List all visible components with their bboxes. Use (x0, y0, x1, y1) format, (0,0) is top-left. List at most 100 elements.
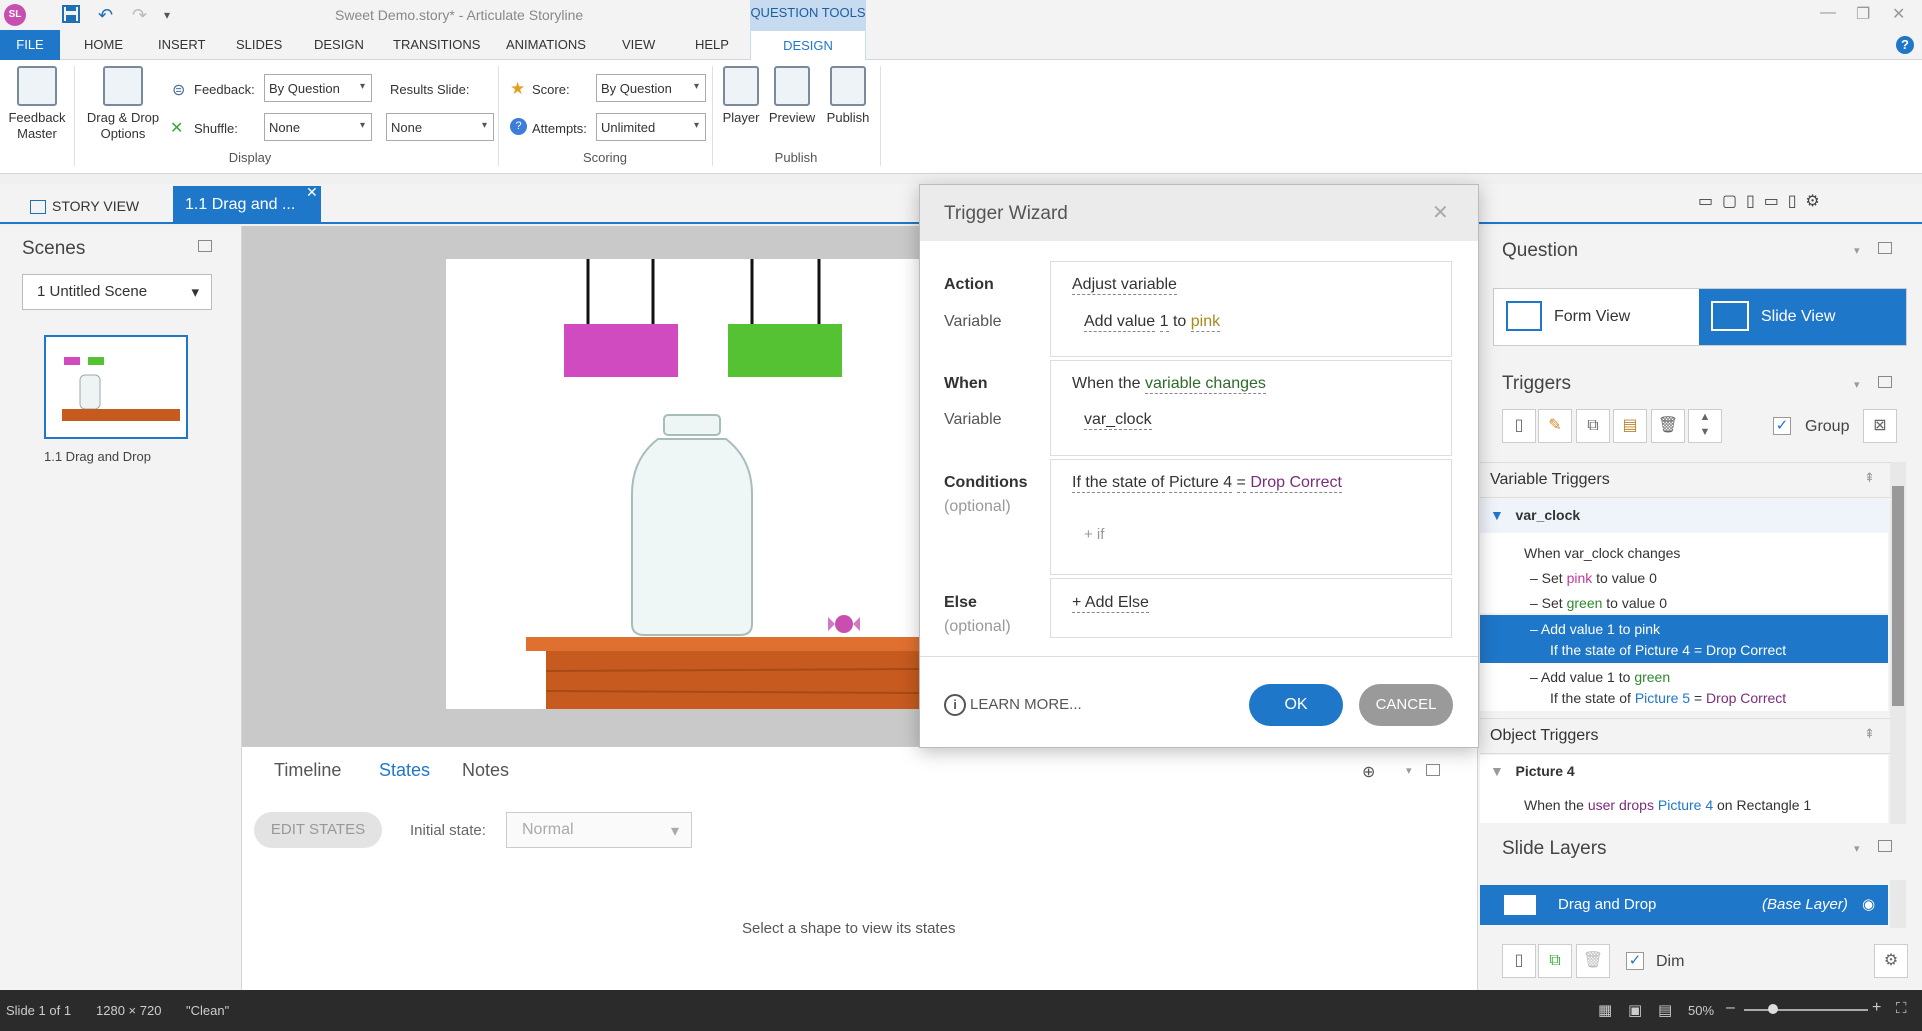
tab-insert[interactable]: INSERT (158, 30, 205, 60)
paste-trigger-icon[interactable]: ▤ (1613, 409, 1647, 443)
zoom-slider-thumb[interactable] (1768, 1004, 1778, 1014)
operation-select[interactable]: Add value (1084, 313, 1156, 332)
initial-state-select[interactable]: Normal (506, 812, 692, 848)
trigger-item[interactable]: – Set green to value 0 (1524, 591, 1888, 616)
trigger-item[interactable]: – Add value 1 to green If the state of P… (1480, 663, 1888, 711)
add-if-button[interactable]: + if (1084, 526, 1104, 543)
tab-story-view[interactable]: STORY VIEW (30, 190, 139, 222)
close-window-icon[interactable]: ✕ (1892, 4, 1905, 24)
tab-question-design[interactable]: DESIGN (750, 30, 866, 61)
fit-window-icon[interactable]: ⛶ (1896, 1000, 1907, 1017)
tab-view[interactable]: VIEW (622, 30, 655, 60)
slide-thumbnail[interactable] (44, 335, 188, 439)
eye-icon[interactable]: ◉ (1862, 895, 1875, 913)
slide-view-button[interactable]: Slide View (1699, 289, 1906, 345)
variables-icon[interactable]: ⊠ (1863, 409, 1897, 443)
group-checkbox[interactable]: ✓ (1773, 417, 1791, 435)
duplicate-layer-icon[interactable]: ⧉ (1538, 944, 1572, 978)
when-event-select[interactable]: variable changes (1144, 375, 1266, 394)
layout-icons[interactable]: ▭ ▢ ▯ ▭ ▯ ⚙ (1698, 191, 1820, 211)
trigger-item[interactable]: When the user drops Picture 4 on Rectang… (1480, 789, 1888, 823)
var-clock-group[interactable]: ▼ var_clock (1480, 499, 1888, 533)
collapse-icon[interactable]: ⇞ (1864, 470, 1875, 486)
move-trigger-icon[interactable]: ▲ ▼ (1688, 409, 1722, 443)
panel-popout-icon[interactable] (1878, 242, 1892, 254)
panel-menu-icon[interactable]: ▾ (1406, 764, 1412, 777)
when-variable-select[interactable]: var_clock (1084, 411, 1152, 430)
close-tab-icon[interactable]: ✕ (306, 184, 318, 201)
tab-slide[interactable]: 1.1 Drag and ... (173, 186, 321, 224)
zoom-in-icon[interactable]: + (1872, 999, 1881, 1017)
variable-select[interactable]: pink (1190, 313, 1221, 332)
tab-help[interactable]: HELP (695, 30, 729, 60)
edit-states-button[interactable]: EDIT STATES (254, 812, 382, 848)
feedback-select[interactable]: By Question (264, 74, 372, 102)
copy-trigger-icon[interactable]: ⧉ (1576, 409, 1610, 443)
zoom-out-icon[interactable]: – (1726, 999, 1735, 1017)
results-slide-select[interactable]: None (386, 113, 494, 141)
action-select[interactable]: Adjust variable (1072, 276, 1177, 295)
tab-animations[interactable]: ANIMATIONS (506, 30, 586, 60)
panel-popout-icon[interactable] (1878, 376, 1892, 388)
new-trigger-icon[interactable]: ▯ (1502, 409, 1536, 443)
trigger-item[interactable]: – Set pink to value 0 (1524, 566, 1888, 591)
tab-notes[interactable]: Notes (462, 760, 509, 781)
triggers-scrollbar-thumb[interactable] (1892, 486, 1904, 706)
edit-trigger-icon[interactable]: ✎ (1538, 409, 1572, 443)
attempts-select[interactable]: Unlimited (596, 113, 706, 141)
normal-view-icon[interactable]: ▦ (1598, 1001, 1612, 1019)
variable-triggers-header[interactable]: Variable Triggers (1480, 462, 1900, 498)
preview-button[interactable]: Preview (765, 66, 819, 126)
picture-4-group[interactable]: ▼ Picture 4 (1480, 755, 1888, 789)
tab-timeline[interactable]: Timeline (274, 760, 341, 781)
drag-drop-options-button[interactable]: Drag & Drop Options (80, 66, 166, 142)
learn-more-link[interactable]: i LEARN MORE... (944, 694, 1082, 716)
help-icon[interactable]: ? (1896, 36, 1914, 54)
scene-select[interactable]: 1 Untitled Scene (22, 274, 212, 310)
save-icon[interactable] (62, 5, 80, 28)
delete-layer-icon[interactable]: 🗑 (1576, 944, 1610, 978)
panel-popout-icon[interactable] (1426, 764, 1440, 776)
tab-file[interactable]: FILE (0, 30, 60, 60)
tab-slides[interactable]: SLIDES (236, 30, 282, 60)
panel-popout-icon[interactable] (198, 240, 212, 252)
slide-view-status-icon[interactable]: ▣ (1628, 1001, 1642, 1019)
publish-button[interactable]: Publish (820, 66, 876, 126)
layers-scrollbar[interactable] (1890, 880, 1906, 928)
feedback-master-button[interactable]: Feedback Master (4, 66, 70, 142)
form-view-button[interactable]: Form View (1494, 289, 1699, 345)
shuffle-select[interactable]: None (264, 113, 372, 141)
panel-menu-icon[interactable]: ▾ (1854, 842, 1860, 855)
customize-quick-access-icon[interactable]: ▾ (164, 8, 170, 22)
condition-sentence[interactable]: If the state of Picture 4 = Drop Correct (1072, 474, 1342, 493)
player-button[interactable]: Player (717, 66, 765, 126)
tab-transitions[interactable]: TRANSITIONS (393, 30, 480, 60)
panel-menu-icon[interactable]: ▾ (1854, 244, 1860, 257)
value-input[interactable]: 1 (1159, 313, 1169, 332)
layer-settings-icon[interactable]: ⚙ (1874, 944, 1908, 978)
close-icon[interactable]: ✕ (1432, 200, 1449, 225)
cancel-button[interactable]: CANCEL (1359, 684, 1453, 726)
panel-menu-icon[interactable]: ▾ (1854, 378, 1860, 391)
preview-status-icon[interactable]: ▤ (1658, 1001, 1672, 1019)
restore-icon[interactable]: ❐ (1856, 4, 1870, 24)
panel-popout-icon[interactable] (1878, 840, 1892, 852)
delete-trigger-icon[interactable]: 🗑 (1651, 409, 1685, 443)
new-layer-icon[interactable]: ▯ (1502, 944, 1536, 978)
tab-states[interactable]: States (379, 760, 430, 781)
object-triggers-header[interactable]: Object Triggers (1480, 718, 1900, 754)
redo-icon[interactable]: ↷ (132, 5, 147, 26)
base-layer-row[interactable]: Drag and Drop (Base Layer) ◉ (1480, 885, 1888, 925)
minimize-icon[interactable]: — (1820, 4, 1836, 22)
dim-checkbox[interactable]: ✓ (1626, 952, 1644, 970)
state-layout-icon[interactable]: ⊕ (1362, 762, 1375, 782)
score-select[interactable]: By Question (596, 74, 706, 102)
tab-home[interactable]: HOME (84, 30, 123, 60)
collapse-icon[interactable]: ⇞ (1864, 726, 1875, 742)
trigger-item-selected[interactable]: – Add value 1 to pink If the state of Pi… (1480, 615, 1888, 663)
zoom-slider[interactable] (1744, 1009, 1868, 1011)
add-else-button[interactable]: + Add Else (1072, 594, 1149, 613)
tab-design[interactable]: DESIGN (314, 30, 364, 60)
undo-icon[interactable]: ↶ (98, 5, 113, 26)
ok-button[interactable]: OK (1249, 684, 1343, 726)
